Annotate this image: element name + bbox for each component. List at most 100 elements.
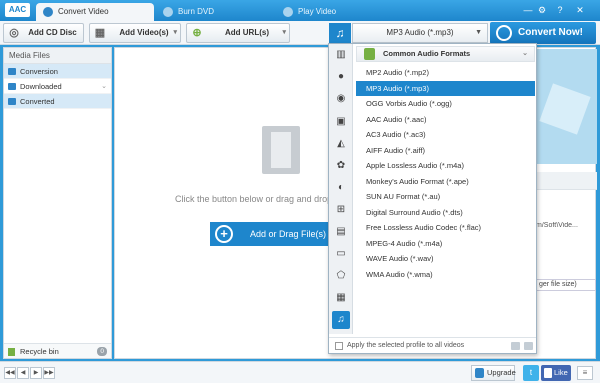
size-option[interactable]: ger file size) — [536, 279, 596, 291]
sidebar-item-converted[interactable]: Converted — [4, 94, 111, 109]
delete-profile-icon[interactable] — [524, 342, 533, 350]
apply-all-row: Apply the selected profile to all videos — [329, 337, 536, 353]
upgrade-label: Upgrade — [487, 368, 516, 377]
tab-label: Play Video — [298, 7, 337, 16]
add-cd-label: Add CD Disc — [28, 28, 77, 37]
like-label: Like — [554, 368, 568, 377]
windows-phone-icon[interactable]: ▣ — [332, 113, 350, 131]
tv-icon[interactable]: ▭ — [332, 245, 350, 263]
sidebar-item-label: Downloaded — [20, 82, 62, 91]
add-cd-button[interactable]: ◎ Add CD Disc — [3, 23, 84, 43]
settings-icon[interactable]: ⚙ — [536, 4, 548, 16]
format-option[interactable]: WMA Audio (*.wma) — [356, 267, 535, 283]
twitter-icon[interactable]: t — [523, 365, 539, 381]
recycle-count-badge: 0 — [97, 347, 107, 356]
title-bar: AAC Convert Video Burn DVD Play Video — … — [0, 0, 600, 21]
format-group-header[interactable]: Common Audio Formats ⌄ — [356, 46, 535, 62]
format-select[interactable]: MP3 Audio (*.mp3) ▼ — [352, 23, 488, 43]
music-icon[interactable]: ♫ — [329, 23, 351, 43]
web-icon[interactable]: ▤ — [332, 223, 350, 241]
convert-now-button[interactable]: Convert Now! — [490, 22, 596, 44]
apple-icon[interactable]: ● — [332, 68, 350, 86]
blackberry-icon[interactable]: ◐ — [332, 179, 350, 197]
cd-icon: ◎ — [9, 27, 19, 39]
list-view-icon[interactable]: ≡ — [577, 366, 593, 380]
chevron-down-icon: ⌄ — [522, 50, 528, 57]
format-dropdown: ▥ ● ◉ ▣ ◭ ✿ ◐ ⊞ ▤ ▭ ⬠ ▦ ♫ Common Audio F… — [328, 43, 537, 354]
html5-icon[interactable]: ⬠ — [332, 267, 350, 285]
add-url-button[interactable]: ⊕ Add URL(s) ▾ — [186, 23, 290, 43]
plus-icon: + — [215, 225, 233, 243]
add-video-label: Add Video(s) — [119, 28, 169, 37]
format-option[interactable]: WAVE Audio (*.wav) — [356, 251, 535, 267]
windows-icon[interactable]: ⊞ — [332, 201, 350, 219]
android-icon[interactable]: ◉ — [332, 90, 350, 108]
category-column: ▥ ● ◉ ▣ ◭ ✿ ◐ ⊞ ▤ ▭ ⬠ ▦ ♫ — [329, 44, 353, 334]
first-icon[interactable]: ◀◀ — [4, 367, 16, 379]
refresh-icon — [496, 25, 512, 41]
drop-hint: Click the button below or drag and drop … — [175, 194, 343, 204]
prev-icon[interactable]: ◀ — [17, 367, 29, 379]
sidebar-item-label: Converted — [20, 97, 55, 106]
settings-toolbar — [537, 172, 597, 190]
preview-panel — [537, 49, 597, 164]
playstation-icon[interactable]: ◭ — [332, 135, 350, 153]
format-option[interactable]: Free Lossless Audio Codec (*.flac) — [356, 220, 535, 236]
output-path[interactable]: m/Soft\Vide... — [536, 222, 598, 229]
sidebar-item-label: Conversion — [20, 67, 58, 76]
format-option[interactable]: Apple Lossless Audio (*.m4a) — [356, 158, 535, 174]
huawei-icon[interactable]: ✿ — [332, 157, 350, 175]
convert-icon — [43, 7, 53, 17]
play-icon — [283, 7, 293, 17]
add-video-button[interactable]: ▦ Add Video(s) ▾ — [89, 23, 181, 43]
format-option[interactable]: Digital Surround Audio (*.dts) — [356, 205, 535, 221]
close-icon[interactable]: ✕ — [574, 4, 586, 16]
film-add-icon: ▦ — [94, 27, 106, 39]
last-icon[interactable]: ▶▶ — [43, 367, 55, 379]
apply-all-checkbox[interactable] — [335, 342, 343, 350]
format-option[interactable]: AAC Audio (*.aac) — [356, 112, 535, 128]
disc-icon — [163, 7, 173, 17]
chevron-down-icon[interactable]: ▾ — [282, 24, 286, 42]
format-option[interactable]: OGG Vorbis Audio (*.ogg) — [356, 96, 535, 112]
navigation-buttons: ◀◀ ◀ ▶ ▶▶ — [4, 367, 55, 379]
help-icon[interactable]: ? — [554, 4, 566, 16]
format-option[interactable]: MPEG-4 Audio (*.m4a) — [356, 236, 535, 252]
upgrade-button[interactable]: Upgrade — [471, 365, 516, 381]
format-option[interactable]: AIFF Audio (*.aiff) — [356, 143, 535, 159]
format-option[interactable]: SUN AU Format (*.au) — [356, 189, 535, 205]
toolbar: ◎ Add CD Disc ▦ Add Video(s) ▾ ⊕ Add URL… — [0, 21, 600, 45]
tab-play-video[interactable]: Play Video — [276, 3, 394, 21]
film-icon — [262, 126, 300, 174]
format-option[interactable]: MP3 Audio (*.mp3) — [356, 80, 535, 96]
facebook-icon — [544, 368, 552, 378]
app-logo: AAC — [5, 3, 30, 17]
next-icon[interactable]: ▶ — [30, 367, 42, 379]
url-add-icon: ⊕ — [192, 27, 202, 39]
format-option[interactable]: AC3 Audio (*.ac3) — [356, 127, 535, 143]
minimize-icon[interactable]: — — [522, 4, 534, 16]
chevron-down-icon[interactable]: ▾ — [173, 24, 177, 42]
chevron-down-icon[interactable]: ⌄ — [101, 79, 107, 94]
sidebar-item-recycle-bin[interactable]: Recycle bin 0 — [4, 343, 111, 358]
format-option[interactable]: MP2 Audio (*.mp2) — [356, 65, 535, 81]
format-option[interactable]: Monkey's Audio Format (*.ape) — [356, 174, 535, 190]
tab-burn-dvd[interactable]: Burn DVD — [156, 3, 274, 21]
recycle-label: Recycle bin — [20, 347, 59, 356]
group-label: Common Audio Formats — [383, 49, 471, 58]
download-icon — [8, 83, 16, 90]
tab-label: Burn DVD — [178, 7, 215, 16]
edit-profile-icon[interactable] — [511, 342, 520, 350]
music-icon[interactable]: ♫ — [332, 311, 350, 329]
sidebar-title: Media Files — [4, 48, 111, 64]
add-drag-files-button[interactable]: + Add or Drag File(s) — [210, 222, 330, 246]
apply-all-label: Apply the selected profile to all videos — [347, 342, 465, 349]
film-icon[interactable]: ▦ — [332, 289, 350, 307]
sidebar-item-conversion[interactable]: Conversion — [4, 64, 111, 79]
media-sidebar: Media Files Conversion Downloaded ⌄ Conv… — [3, 47, 112, 359]
converted-icon — [8, 98, 16, 105]
facebook-like-button[interactable]: Like — [541, 365, 571, 381]
chart-icon[interactable]: ▥ — [332, 46, 350, 64]
tab-convert-video[interactable]: Convert Video — [36, 3, 154, 21]
sidebar-item-downloaded[interactable]: Downloaded ⌄ — [4, 79, 111, 94]
